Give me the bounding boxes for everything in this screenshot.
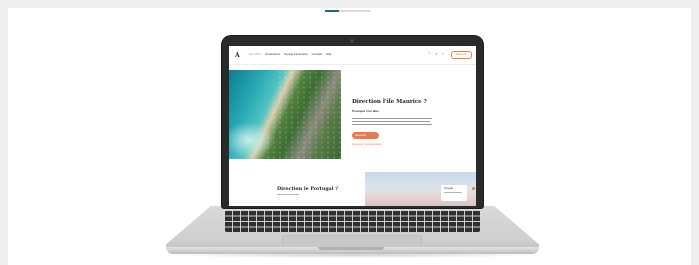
laptop-notch [318, 247, 384, 250]
nav-icons: ♡ ⌕ ○ [428, 52, 444, 56]
search-icon[interactable]: ⌕ [435, 52, 437, 56]
discover-button[interactable]: Découvrir [352, 132, 379, 139]
nav-link-offres[interactable]: Nos offres [249, 53, 261, 56]
laptop-lid: A Nos offres Destinations Voyage d'entre… [222, 36, 483, 208]
portugal-subtitle-line [277, 194, 299, 196]
site-navbar: A Nos offres Destinations Voyage d'entre… [229, 46, 476, 65]
portugal-card[interactable]: Portugal [441, 185, 467, 201]
portugal-title: Direction le Portugal ? [277, 186, 339, 192]
hero-description [352, 118, 432, 127]
carousel-indicator-active [325, 10, 339, 12]
portugal-card-line [444, 192, 462, 193]
hero-subtitle: Pourquoi s'en aller [352, 109, 379, 113]
laptop-keyboard [225, 210, 480, 232]
heart-icon[interactable]: ♡ [428, 52, 432, 56]
carousel-indicator[interactable] [325, 10, 371, 12]
carousel-dot-icon[interactable] [472, 187, 475, 190]
laptop-screen: A Nos offres Destinations Voyage d'entre… [229, 46, 476, 206]
reserve-button[interactable]: Réserver [451, 51, 472, 59]
camera-icon [350, 39, 354, 43]
destinations-link[interactable]: Découvrez nos destinations [352, 143, 381, 146]
portugal-card-label: Portugal [444, 187, 453, 190]
nav-link-destinations[interactable]: Destinations [265, 53, 280, 56]
nav-link-conseils[interactable]: Conseils [312, 53, 322, 56]
nav-links: Nos offres Destinations Voyage d'entrepr… [249, 53, 331, 56]
site-logo[interactable]: A [235, 52, 240, 59]
nav-link-entreprise[interactable]: Voyage d'entreprise [284, 53, 308, 56]
nav-link-aide[interactable]: Aide [326, 53, 331, 56]
user-icon[interactable]: ○ [442, 52, 444, 56]
hero-title: Direction l'île Maurice ? [352, 99, 427, 105]
